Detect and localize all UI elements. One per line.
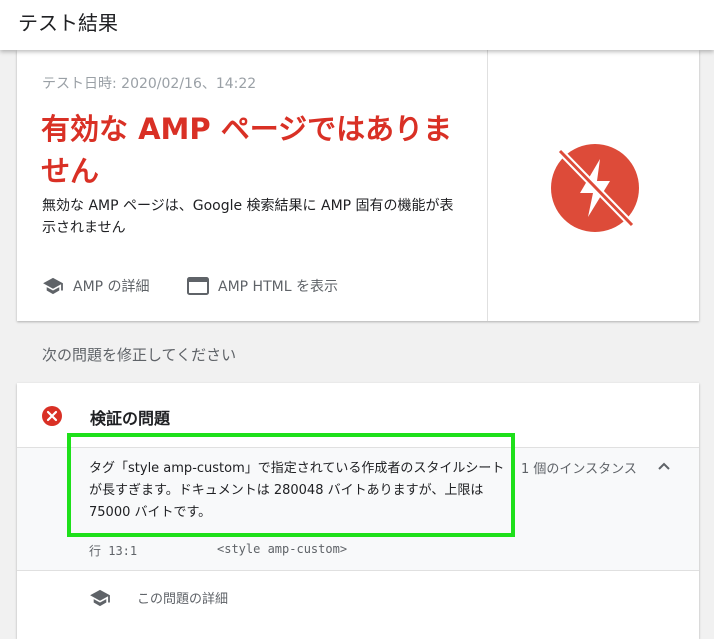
code-location-row: 行 13:1 <style amp-custom> xyxy=(17,530,699,571)
issue-section-title: 検証の問題 xyxy=(90,409,171,428)
issues-card: 検証の問題 タグ「style amp-custom」で指定されている作成者のスタ… xyxy=(17,383,699,639)
chevron-up-icon[interactable] xyxy=(657,461,671,471)
issue-details-link[interactable]: この問題の詳細 xyxy=(89,588,228,607)
result-description: 無効な AMP ページは、Google 検索結果に AMP 固有の機能が表示され… xyxy=(42,198,454,236)
test-date: テスト日時: 2020/02/16、14:22 xyxy=(42,76,257,92)
browser-window-icon xyxy=(187,277,209,295)
issue-message: タグ「style amp-custom」で指定されている作成者のスタイルシートが… xyxy=(89,461,505,520)
school-icon xyxy=(90,589,110,606)
code-line-number: 行 13:1 xyxy=(89,544,138,558)
code-tag: <style amp-custom> xyxy=(217,542,348,556)
amp-details-link[interactable]: AMP の詳細 xyxy=(42,276,150,296)
page-title: テスト結果 xyxy=(18,11,118,35)
view-amp-html-label: AMP HTML を表示 xyxy=(218,279,338,295)
amp-invalid-icon xyxy=(551,144,639,232)
issue-details-label: この問題の詳細 xyxy=(137,592,229,607)
view-amp-html-link[interactable]: AMP HTML を表示 xyxy=(187,276,338,296)
school-icon xyxy=(43,277,63,295)
result-headline: 有効な AMP ページではありません xyxy=(41,112,453,188)
amp-details-label: AMP の詳細 xyxy=(73,279,150,295)
error-icon xyxy=(42,406,62,426)
test-result-card: テスト日時: 2020/02/16、14:22 有効な AMP ページではありま… xyxy=(17,50,699,321)
section-title: 次の問題を修正してください xyxy=(42,346,237,364)
app-header: テスト結果 xyxy=(0,0,714,50)
card-divider xyxy=(487,50,488,321)
instance-count: 1 個のインスタンス xyxy=(521,462,637,477)
